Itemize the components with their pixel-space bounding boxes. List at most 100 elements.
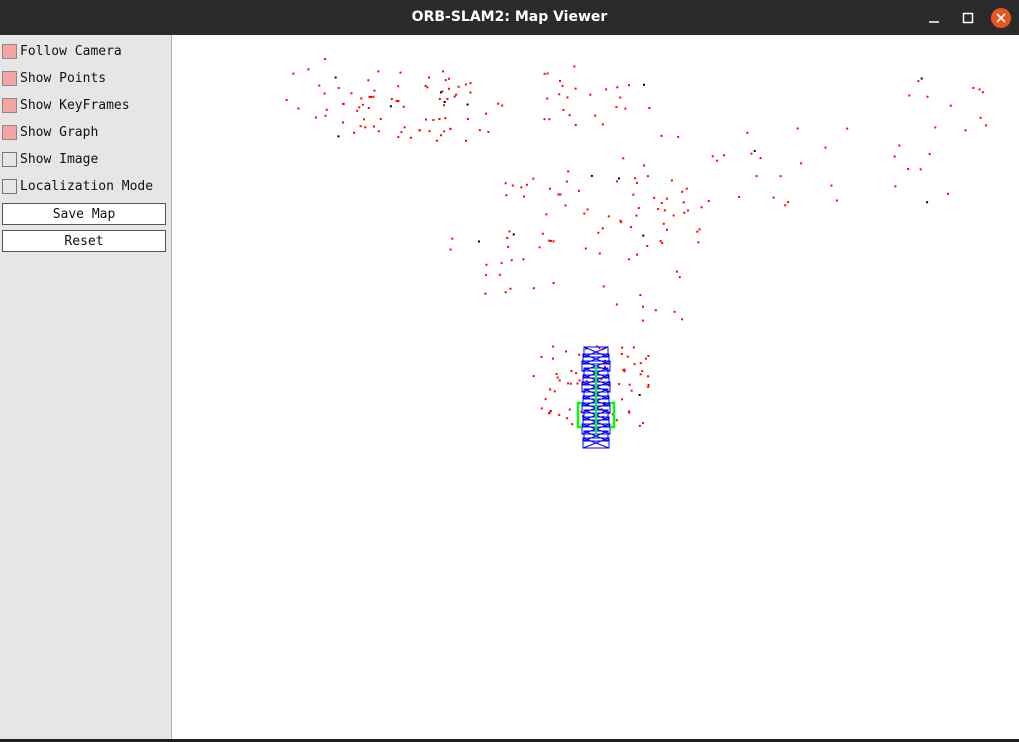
map-point [830,184,833,187]
minimize-button[interactable] [924,8,944,28]
map-point [646,244,649,247]
map-point [653,196,656,199]
map-point [898,144,901,147]
map-point [549,239,552,242]
map-point [635,214,638,217]
show-image-checkbox[interactable]: Show Image [2,149,98,169]
map-point [285,98,288,101]
map-point [500,262,503,265]
map-point [979,116,982,119]
map-point [353,131,356,134]
map-point [615,419,618,422]
follow-camera-box[interactable] [2,43,17,59]
window-title: ORB-SLAM2: Map Viewer [411,9,608,25]
map-point [697,241,700,244]
map-point [681,318,684,321]
map-point [917,80,920,83]
map-point [425,118,428,121]
map-point [681,190,684,193]
map-point [548,187,551,190]
map-point [360,97,363,100]
maximize-button[interactable] [958,8,978,28]
map-point [700,206,703,209]
map-point [440,134,443,137]
map-point [373,89,376,92]
show-graph-checkbox[interactable]: Show Graph [2,122,98,142]
show-points-checkbox[interactable]: Show Points [2,68,106,88]
show-keyframes-checkbox[interactable]: Show KeyFrames [2,95,130,115]
map-point [578,379,581,382]
map-point [453,95,456,98]
map-point [666,228,669,231]
map-point [318,84,321,87]
map-point [559,193,562,196]
map-point [620,352,623,355]
show-points-box[interactable] [2,70,17,86]
map-point [557,193,560,196]
follow-camera-checkbox[interactable]: Follow Camera [2,41,122,61]
map-point [568,408,571,411]
map-point [618,383,621,386]
map-point [443,130,446,133]
map-point [755,175,758,178]
map-point [432,118,435,121]
close-icon [996,13,1006,23]
show-graph-box[interactable] [2,124,17,140]
map-point [447,87,450,90]
show-graph-label: Show Graph [20,124,99,140]
map-point [590,174,593,177]
map-point [934,126,937,129]
map-point [297,107,300,110]
map-point [632,346,635,349]
map-point [507,245,510,248]
title-bar: ORB-SLAM2: Map Viewer [0,0,1019,35]
map-point [323,92,326,95]
show-keyframes-label: Show KeyFrames [20,97,130,113]
map-point [615,303,618,306]
show-image-box[interactable] [2,151,17,167]
map-point [711,155,714,158]
map-point [616,86,619,89]
map-point [379,117,382,120]
map-point [448,77,451,80]
map-point [292,72,295,75]
localization-mode-checkbox[interactable]: Localization Mode [2,176,153,196]
map-point [532,375,535,378]
map-point [334,76,337,79]
map-viewport[interactable] [172,35,1019,738]
map-point [626,355,629,358]
map-point [324,58,327,61]
map-point [661,241,664,244]
map-point [659,239,662,242]
map-point [511,184,514,187]
map-point [558,93,561,96]
map-point [567,170,570,173]
map-point [630,389,633,392]
map-point [919,168,922,171]
map-point [623,368,626,371]
map-point [522,258,525,261]
map-point [350,92,353,95]
map-point [635,182,638,185]
map-point [846,127,849,130]
map-point [389,105,392,108]
map-point [796,127,799,130]
show-keyframes-box[interactable] [2,97,17,113]
localization-mode-box[interactable] [2,178,17,194]
map-point [438,117,441,120]
map-point [325,108,328,111]
map-point [621,346,624,349]
map-point [543,118,546,121]
map-point [549,388,552,391]
map-point [545,213,548,216]
map-point [646,175,649,178]
map-point [698,228,701,231]
map-point [546,97,549,100]
map-canvas[interactable] [172,35,1019,738]
map-point [683,211,686,214]
reset-button[interactable]: Reset [2,230,166,252]
map-point [498,273,501,276]
save-map-button[interactable]: Save Map [2,203,166,225]
close-button[interactable] [991,8,1011,28]
map-point [637,207,640,210]
